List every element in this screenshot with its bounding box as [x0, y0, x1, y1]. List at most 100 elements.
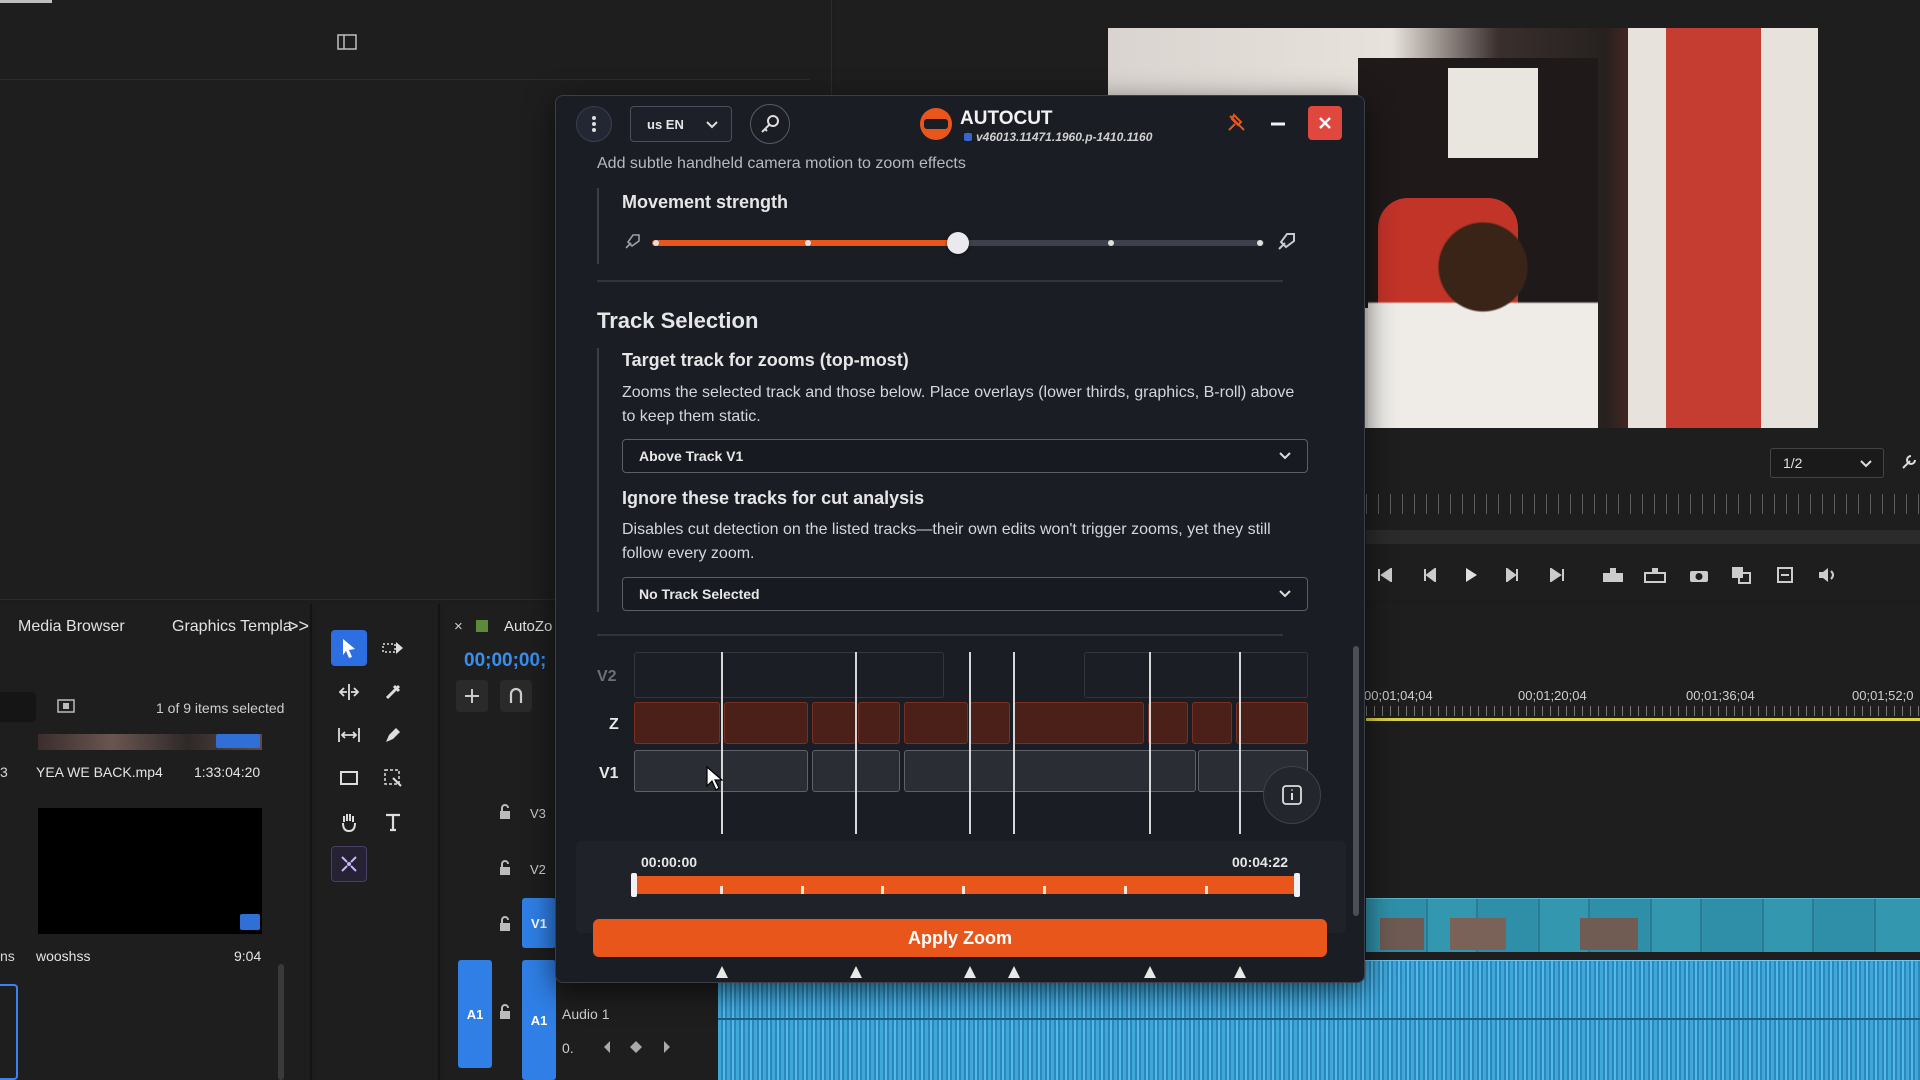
time-range-bar[interactable] — [631, 873, 1300, 897]
preview-track-z-label: Z — [609, 716, 619, 733]
timeline-tab-name[interactable]: AutoZo — [504, 618, 552, 635]
transform-tool-icon[interactable] — [375, 760, 411, 796]
slider-thumb[interactable] — [947, 232, 969, 254]
v1-thumb-3 — [1580, 918, 1638, 950]
hand-tool-icon[interactable] — [331, 804, 367, 840]
type-tool-icon[interactable] — [375, 804, 411, 840]
minimize-button[interactable] — [1268, 114, 1292, 134]
autocut-dialog: us EN AUTOCUT v46013.11471.1960.p-1410.1… — [555, 95, 1365, 983]
program-scrub-bar[interactable] — [1366, 530, 1920, 544]
range-tick — [720, 886, 723, 894]
keyframe-nav[interactable] — [598, 1038, 676, 1056]
ignore-tracks-dropdown[interactable]: No Track Selected — [622, 577, 1308, 611]
go-to-out-icon[interactable] — [1546, 564, 1568, 586]
pen-tool-icon[interactable] — [375, 717, 411, 753]
language-selector[interactable]: us EN — [630, 106, 732, 142]
preview-zoom-segment — [634, 702, 720, 744]
linked-selection-icon[interactable] — [500, 680, 532, 712]
compare-view-icon[interactable] — [1728, 564, 1754, 586]
ignore-tracks-label: Ignore these tracks for cut analysis — [622, 488, 925, 508]
slider-min-icon — [622, 232, 644, 254]
step-forward-icon[interactable] — [1502, 564, 1524, 586]
track-lock-v1-icon[interactable] — [498, 916, 512, 932]
dialog-menu-button[interactable] — [576, 106, 612, 142]
timeline-close-icon[interactable]: × — [454, 618, 463, 635]
track-select-tool-icon[interactable] — [375, 630, 411, 666]
clip2-thumbnail[interactable] — [38, 808, 262, 934]
clip1-name[interactable]: YEA WE BACK.mp4 — [36, 764, 163, 780]
settings-wrench-icon[interactable] — [1898, 450, 1920, 474]
apply-zoom-button[interactable]: Apply Zoom — [593, 919, 1327, 957]
audio-volume-value[interactable]: 0. — [562, 1040, 574, 1056]
panel-overflow-icon[interactable]: >> — [288, 616, 309, 637]
target-track-dropdown[interactable]: Above Track V1 — [622, 439, 1308, 473]
new-bin-icon[interactable] — [54, 696, 78, 716]
autocut-tool-icon[interactable] — [331, 846, 367, 882]
tab-media-browser[interactable]: Media Browser — [18, 618, 125, 636]
app-version: v46013.11471.1960.p-1410.1160 — [976, 130, 1153, 144]
vr-video-icon[interactable] — [1772, 564, 1798, 586]
resolution-value: 1/2 — [1783, 455, 1803, 471]
track-target-a1[interactable]: A1 — [522, 960, 556, 1080]
ripple-edit-tool-icon[interactable] — [331, 674, 367, 710]
track-lock-a1-icon[interactable] — [498, 1004, 512, 1020]
license-key-button[interactable] — [750, 104, 790, 144]
pin-off-icon — [1228, 113, 1245, 131]
timeline-timecode[interactable]: 00;00;00; — [464, 650, 546, 672]
slider-step-dot — [1108, 240, 1114, 246]
rectangle-tool-icon[interactable] — [331, 760, 367, 796]
panel-toggle-icon[interactable] — [336, 32, 358, 52]
resolution-dropdown[interactable]: 1/2 — [1770, 448, 1884, 478]
track-lock-v3-icon[interactable] — [498, 804, 512, 820]
app-name: AUTOCUT — [960, 108, 1053, 129]
preview-zoom-segment — [724, 702, 808, 744]
go-to-in-icon[interactable] — [1374, 564, 1396, 586]
video-person — [1368, 198, 1598, 428]
step-back-icon[interactable] — [1418, 564, 1440, 586]
project-scrollbar[interactable] — [278, 964, 284, 1080]
track-lock-v2-icon[interactable] — [498, 860, 512, 876]
snap-tool-icon[interactable] — [456, 680, 488, 712]
movement-strength-slider[interactable] — [652, 232, 1264, 254]
ruler-time-3: 00;01;36;04 — [1686, 688, 1755, 703]
source-patch-a1[interactable]: A1 — [458, 960, 492, 1068]
video-poster — [1448, 68, 1538, 158]
work-area-bar[interactable] — [1366, 718, 1920, 721]
range-handle-end[interactable] — [1294, 873, 1300, 897]
preview-zoom-segment — [858, 702, 900, 744]
preview-v1-clip — [904, 750, 1196, 792]
export-frame-icon[interactable] — [1686, 564, 1712, 586]
section-divider — [597, 280, 1283, 282]
track-label-v2[interactable]: V2 — [530, 862, 546, 877]
preview-zoom-segment — [1148, 702, 1188, 744]
project-search-box[interactable] — [0, 692, 36, 722]
track-label-v3[interactable]: V3 — [530, 806, 546, 821]
range-handle-start[interactable] — [631, 873, 637, 897]
range-start-time: 00:00:00 — [641, 854, 698, 870]
cut-marker — [850, 966, 862, 978]
autocut-logo-icon — [920, 108, 952, 140]
slip-tool-icon[interactable] — [331, 717, 367, 753]
range-tick — [1205, 886, 1208, 894]
target-track-description: Zooms the selected track and those below… — [622, 384, 1295, 425]
selection-tool-icon[interactable] — [331, 630, 367, 666]
close-button[interactable] — [1308, 106, 1342, 140]
cut-marker — [964, 966, 976, 978]
preview-info-button[interactable] — [1263, 766, 1321, 824]
track-target-v1[interactable]: V1 — [522, 898, 556, 948]
cut-marker — [1144, 966, 1156, 978]
razor-tool-icon[interactable] — [375, 674, 411, 710]
play-icon[interactable] — [1460, 564, 1482, 586]
preview-v2-clip — [1084, 652, 1308, 698]
tab-graphics-templates[interactable]: Graphics Templa — [172, 618, 292, 636]
dialog-scrollbar[interactable] — [1353, 646, 1359, 916]
volume-icon[interactable] — [1814, 564, 1840, 586]
range-tick — [1124, 886, 1127, 894]
insert-icon[interactable] — [1600, 564, 1626, 586]
target-track-value: Above Track V1 — [639, 448, 744, 464]
preview-zoom-segment — [1236, 702, 1308, 744]
vertical-dots-icon — [592, 116, 596, 132]
clip2-name[interactable]: wooshss — [36, 948, 90, 964]
pin-button[interactable] — [1226, 112, 1250, 136]
overwrite-icon[interactable] — [1642, 564, 1668, 586]
